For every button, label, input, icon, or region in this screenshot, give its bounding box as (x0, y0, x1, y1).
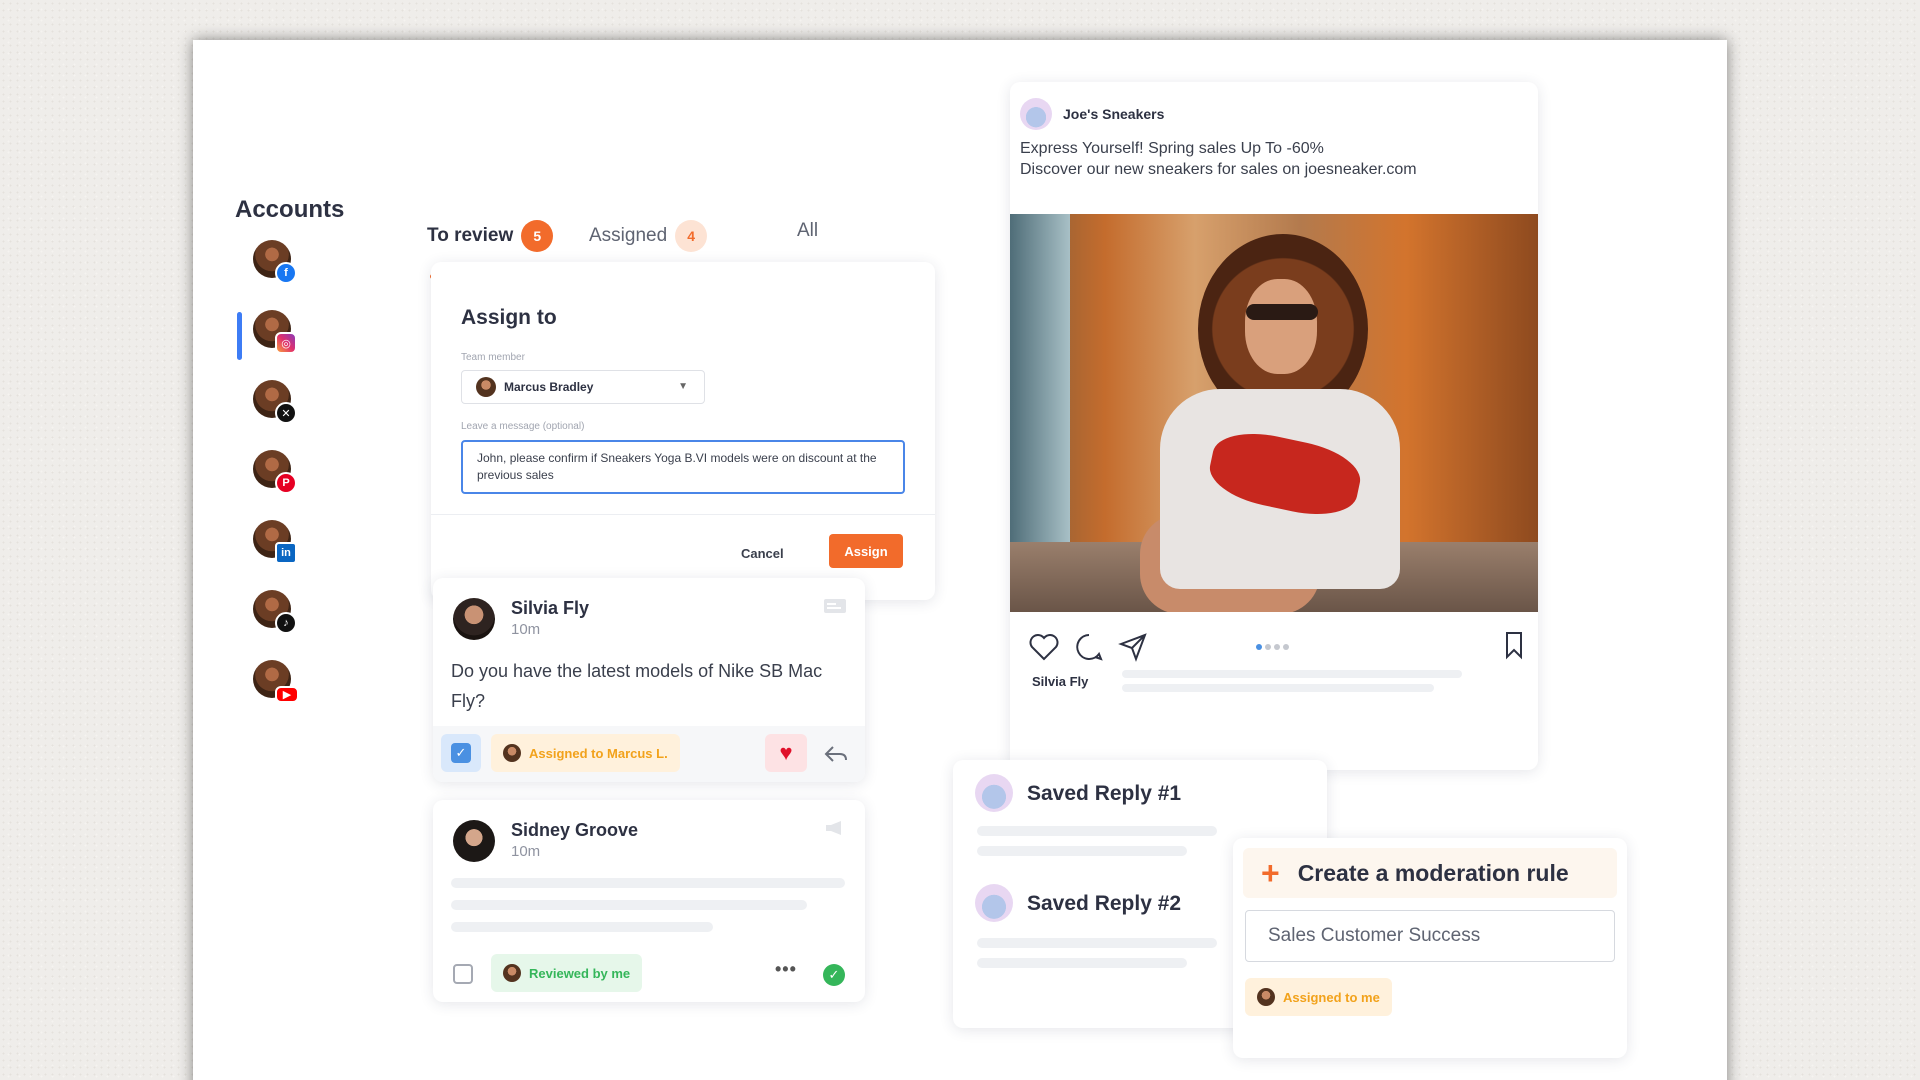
comment-author: Silvia Fly (511, 598, 590, 618)
selected-member: Marcus Bradley (504, 380, 594, 394)
avatar (476, 377, 496, 397)
comment-card[interactable]: Silvia Fly 10m Do you have the latest mo… (433, 578, 865, 782)
avatar (1020, 98, 1052, 130)
share-icon[interactable] (1118, 632, 1148, 662)
assign-dialog: Assign to Team member Marcus Bradley ▼ L… (431, 262, 935, 600)
text-placeholder (451, 900, 807, 910)
accounts-title: Accounts (235, 196, 345, 223)
assign-button[interactable]: Assign (829, 534, 903, 568)
team-member-label: Team member (461, 352, 525, 363)
tab-all[interactable]: All (797, 220, 818, 242)
liked-by: Silvia Fly (1032, 674, 1089, 689)
dialog-title: Assign to (461, 306, 557, 329)
message-label: Leave a message (optional) (461, 421, 585, 432)
message-icon (824, 599, 846, 613)
tab-label: All (797, 220, 819, 241)
app-window: Accounts f ◎ ✕ P in ♪ ▶ To review 5 Assi… (193, 40, 1727, 1080)
reviewed-tag-label: Reviewed by me (529, 965, 631, 981)
like-button[interactable]: ♥ (765, 734, 807, 772)
tab-to-review[interactable]: To review 5 (427, 220, 554, 252)
text-placeholder (1122, 670, 1462, 678)
moderation-rule-panel: + Create a moderation rule Sales Custome… (1233, 838, 1627, 1058)
comment-icon[interactable] (1074, 632, 1104, 662)
bookmark-icon[interactable] (1504, 630, 1524, 660)
reviewed-tag[interactable]: Reviewed by me (491, 954, 643, 992)
assigned-tag[interactable]: Assigned to Marcus L. (491, 734, 680, 772)
facebook-icon: f (275, 262, 297, 284)
post-image (1010, 214, 1538, 612)
assigned-tag-label: Assigned to Marcus L. (529, 745, 668, 761)
megaphone-icon (826, 821, 841, 835)
team-member-select[interactable]: Marcus Bradley ▼ (461, 370, 705, 404)
avatar (453, 598, 495, 640)
assigned-tag[interactable]: Assigned to me (1245, 978, 1392, 1016)
comment-text: Do you have the latest models of Nike SB… (451, 661, 823, 711)
text-placeholder (451, 878, 845, 888)
comment-time: 10m (511, 843, 541, 860)
x-icon: ✕ (275, 402, 297, 424)
reply-icon[interactable] (823, 742, 849, 766)
count-badge: 4 (675, 220, 708, 252)
account-pinterest[interactable]: P (241, 450, 301, 520)
avatar (503, 744, 521, 762)
text-placeholder (977, 938, 1217, 948)
post-caption: Express Yourself! Spring sales Up To -60… (1020, 138, 1417, 180)
account-x[interactable]: ✕ (241, 380, 301, 450)
select-checkbox[interactable] (453, 964, 473, 984)
account-instagram[interactable]: ◎ (237, 310, 301, 380)
check-circle-icon[interactable]: ✓ (823, 964, 845, 986)
post-preview: Joe's Sneakers Express Yourself! Spring … (1010, 82, 1538, 770)
account-tiktok[interactable]: ♪ (241, 590, 301, 660)
select-checkbox[interactable]: ✓ (441, 734, 481, 772)
account-facebook[interactable]: f (241, 240, 301, 310)
cancel-button[interactable]: Cancel (741, 546, 784, 561)
comment-card[interactable]: Sidney Groove 10m Reviewed by me ••• ✓ (433, 800, 865, 1002)
chevron-down-icon: ▼ (678, 381, 688, 392)
message-textarea[interactable]: John, please confirm if Sneakers Yoga B.… (461, 440, 905, 494)
text-placeholder (977, 958, 1187, 968)
assigned-tag-label: Assigned to me (1283, 989, 1380, 1005)
check-icon: ✓ (451, 743, 471, 763)
text-placeholder (977, 846, 1187, 856)
comment-author: Sidney Groove (511, 820, 639, 840)
tab-assigned[interactable]: Assigned 4 (589, 220, 708, 252)
text-placeholder (1122, 684, 1434, 692)
post-actions: Silvia Fly (1010, 612, 1538, 770)
heart-icon[interactable] (1028, 632, 1060, 662)
saved-reply-title[interactable]: Saved Reply #2 (1027, 892, 1181, 916)
caption-line: Discover our new sneakers for sales on j… (1020, 161, 1417, 178)
avatar (503, 964, 521, 982)
carousel-dots (1256, 644, 1289, 650)
accounts-list: f ◎ ✕ P in ♪ ▶ (237, 240, 301, 730)
avatar (453, 820, 495, 862)
caption-line: Express Yourself! Spring sales Up To -60… (1020, 140, 1324, 157)
tiktok-icon: ♪ (275, 612, 297, 634)
avatar (975, 884, 1013, 922)
more-options-icon[interactable]: ••• (775, 959, 797, 980)
account-linkedin[interactable]: in (241, 520, 301, 590)
saved-reply-title[interactable]: Saved Reply #1 (1027, 782, 1181, 806)
text-placeholder (977, 826, 1217, 836)
plus-icon: + (1261, 855, 1280, 891)
youtube-icon: ▶ (275, 686, 299, 703)
comment-time: 10m (511, 621, 541, 638)
create-moderation-rule-button[interactable]: + Create a moderation rule (1243, 848, 1617, 898)
post-brand: Joe's Sneakers (1063, 106, 1165, 122)
avatar (1257, 988, 1275, 1006)
divider (431, 514, 935, 515)
account-youtube[interactable]: ▶ (241, 660, 301, 730)
tab-label: Assigned (589, 225, 668, 246)
pinterest-icon: P (275, 472, 297, 494)
rule-name-input[interactable]: Sales Customer Success (1245, 910, 1615, 962)
linkedin-icon: in (275, 542, 297, 564)
instagram-icon: ◎ (275, 332, 297, 354)
text-placeholder (451, 922, 713, 932)
tab-label: To review (427, 225, 514, 246)
avatar (975, 774, 1013, 812)
heart-icon: ♥ (779, 740, 793, 765)
moderation-title: Create a moderation rule (1297, 859, 1569, 886)
count-badge: 5 (521, 220, 554, 252)
